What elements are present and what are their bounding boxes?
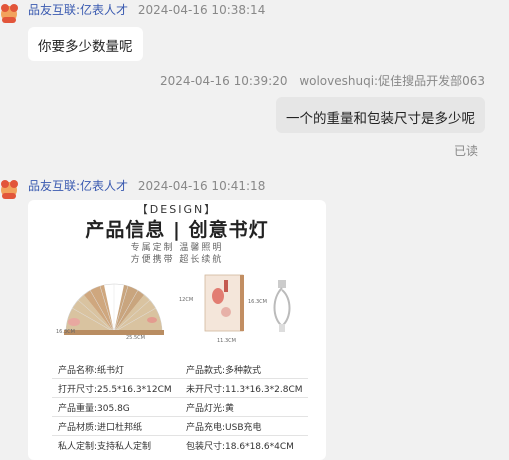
message-time: 2024-04-16 10:38:14 [137, 3, 266, 17]
spec-item: 私人定制:支持私人定制 [58, 442, 152, 452]
spec-item: 未开尺寸:11.3*16.3*2.8CM [186, 385, 303, 395]
dimension-label: 16.3CM [248, 299, 267, 305]
spec-item: 产品款式:多种款式 [186, 366, 262, 376]
message-meta: 品友互联:亿表人才 2024-04-16 10:41:18 [28, 177, 265, 194]
spec-item: 产品重量:305.8G [58, 404, 130, 414]
spec-item: 产品材质:进口杜邦纸 [58, 423, 143, 433]
dimension-label: 25.5CM [126, 335, 145, 341]
open-lamp-illustration [64, 283, 164, 335]
product-title: 产品信息 | 创意书灯 [85, 219, 269, 241]
dimension-label: 12CM [179, 297, 194, 303]
usb-cable-icon [273, 280, 291, 332]
spec-item: 产品名称:纸书灯 [58, 366, 125, 376]
spec-item: 产品灯光:黄 [186, 404, 235, 414]
product-image-message[interactable]: 【DESIGN】 产品信息 | 创意书灯 专属定制 温馨照明 方便携带 超长续航… [28, 200, 326, 460]
message-meta: 品友互联:亿表人才 2024-04-16 10:38:14 [28, 1, 265, 18]
dimension-label: 11.3CM [217, 338, 236, 344]
message-time: 2024-04-16 10:41:18 [137, 179, 266, 193]
spec-item: 产品充电:USB充电 [186, 423, 262, 433]
read-status: 已读 [453, 144, 478, 158]
message-bubble[interactable]: 一个的重量和包装尺寸是多少呢 [276, 97, 485, 133]
sender-name[interactable]: 品友互联:亿表人才 [28, 3, 128, 17]
sender-name: woloveshuqi:促佳搜品开发部063 [299, 74, 485, 88]
avatar-icon[interactable] [0, 2, 20, 24]
sender-name[interactable]: 品友互联:亿表人才 [28, 179, 128, 193]
closed-book-illustration [204, 274, 244, 332]
avatar-icon[interactable] [0, 178, 20, 200]
message-bubble[interactable]: 你要多少数量呢 [28, 27, 143, 61]
dimension-label: 16.3CM [56, 329, 75, 335]
product-subtitle-2: 方便携带 超长续航 [130, 255, 224, 265]
spec-item: 打开尺寸:25.5*16.3*12CM [58, 385, 172, 395]
spec-item: 包装尺寸:18.6*18.6*4CM [186, 442, 294, 452]
message-time: 2024-04-16 10:39:20 [160, 74, 288, 88]
message-meta: 2024-04-16 10:39:20 woloveshuqi:促佳搜品开发部0… [160, 72, 485, 89]
